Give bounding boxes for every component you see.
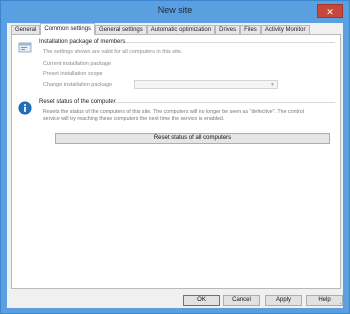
current-package-label: Current installation package xyxy=(43,61,112,67)
window-title: New site xyxy=(157,5,193,15)
install-group-divider xyxy=(125,42,335,43)
resize-grip-icon[interactable] xyxy=(336,301,342,307)
info-icon xyxy=(18,101,32,115)
tab-panel-common-settings: Installation package of members The sett… xyxy=(11,34,341,289)
install-package-icon xyxy=(18,41,32,54)
apply-button[interactable]: Apply xyxy=(265,295,302,306)
tab-common-settings[interactable]: Common settings xyxy=(40,23,96,35)
install-group-title: Installation package of members xyxy=(39,39,126,45)
preset-scope-label: Preset installation scope xyxy=(43,71,103,77)
reset-status-button[interactable]: Reset status of all computers xyxy=(55,133,330,144)
chevron-down-icon: ▼ xyxy=(270,82,275,88)
reset-group-divider xyxy=(112,102,335,103)
dialog-window: New site ✕ General Common settings Gener… xyxy=(0,0,350,314)
change-package-dropdown[interactable]: ▼ xyxy=(134,80,278,89)
reset-description-line-2: service will try reaching these computer… xyxy=(43,116,225,122)
dialog-client-area: General Common settings General settings… xyxy=(7,23,343,308)
ok-button[interactable]: OK xyxy=(183,295,220,306)
change-package-label: Change installation package xyxy=(43,82,113,88)
install-group-note: The settings shown are valid for all com… xyxy=(43,49,183,55)
reset-description-line-1: Resets the status of the computers of th… xyxy=(43,109,304,115)
reset-group-title: Reset status of the computer xyxy=(39,99,116,105)
title-bar[interactable]: New site ✕ xyxy=(1,1,349,23)
cancel-button[interactable]: Cancel xyxy=(223,295,260,306)
close-button[interactable]: ✕ xyxy=(317,4,343,18)
dialog-button-bar: OK Cancel Apply Help xyxy=(7,293,343,308)
